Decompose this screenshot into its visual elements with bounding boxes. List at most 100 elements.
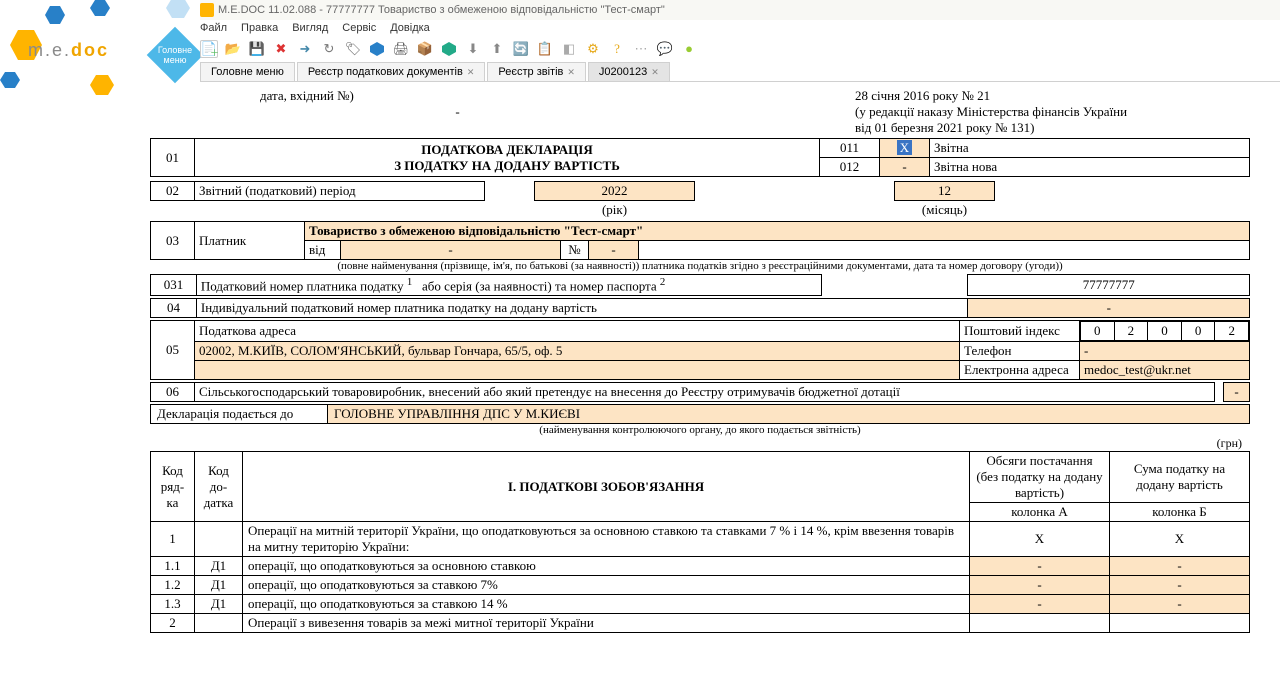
email-val[interactable]: medoc_test@ukr.net [1080,361,1250,380]
menu-service[interactable]: Сервіс [342,22,376,34]
code-03: 03 [151,222,195,260]
address[interactable]: 02002, М.КИЇВ, СОЛОМ'ЯНСЬКИЙ, бульвар Го… [195,342,960,361]
mlabel: (місяць) [895,201,995,220]
row-03: 03 Платник Товариство з обмеженою відпов… [150,221,1250,260]
tab-reports[interactable]: Реєстр звітів✕ [487,62,586,81]
tb-new-icon[interactable]: 📄＋ [200,40,218,58]
decl-to-row: Декларація подається до ГОЛОВНЕ УПРАВЛІН… [150,404,1250,424]
email-label: Електронна адреса [960,361,1080,380]
tb-save-icon[interactable]: 💾 [248,40,266,58]
tb-arrow1-icon[interactable]: ⬇ [464,40,482,58]
address2[interactable] [195,361,960,380]
tb-help-icon[interactable]: ? [608,40,626,58]
ob-kd: Код до-датка [195,452,243,522]
code-06: 06 [151,383,195,402]
ipn-val[interactable]: - [968,299,1250,318]
tb-delete-icon[interactable]: ✖ [272,40,290,58]
table-row: 2 Операції з вивезення товарів за межі м… [151,614,1250,633]
r06-label: Сільськогосподарський товаровиробник, вн… [195,383,1215,402]
x011[interactable]: X [880,139,930,158]
close-icon[interactable]: ✕ [651,67,659,78]
post-label: Поштовий індекс [960,321,1080,342]
declto-val[interactable]: ГОЛОВНЕ УПРАВЛІННЯ ДПС У М.КИЄВІ [328,404,1250,424]
menu-help[interactable]: Довідка [390,22,430,34]
row-06: 06 Сільськогосподарський товаровиробник,… [150,382,1250,402]
tel-val[interactable]: - [1080,342,1250,361]
tab-main[interactable]: Головне меню [200,62,295,81]
payer-name[interactable]: Товариство з обмеженою відповідальністю … [305,222,1250,241]
tb-dot-icon[interactable]: ● [680,40,698,58]
month-input[interactable]: 12 [895,182,995,201]
tb-refresh-icon[interactable]: ↻ [320,40,338,58]
tb-hex2-icon[interactable] [440,40,458,58]
table-row: 1 Операції на митній території України, … [151,522,1250,557]
ob-bh: Сума податку на додану вартість [1110,452,1250,503]
tab-j0200123[interactable]: J0200123✕ [588,62,670,81]
year-input[interactable]: 2022 [535,182,695,201]
vid-date[interactable]: - [341,241,561,260]
close-icon[interactable]: ✕ [567,67,575,78]
top-date1: 28 січня 2016 року № 21 [855,88,1250,104]
tb-next-icon[interactable]: ➜ [296,40,314,58]
app-title: M.E.DOC 11.02.088 - 77777777 Товариство … [218,4,665,16]
r031-label: Податковий номер платника податку 1 або … [196,275,822,296]
row-05: 05 Податкова адреса Поштовий індекс 0200… [150,320,1250,380]
tb-copy-icon[interactable]: 📋 [536,40,554,58]
tel-label: Телефон [960,342,1080,361]
tb-chat-icon[interactable]: 💬 [656,40,674,58]
r02-label: Звітний (податковий) період [195,182,485,201]
tb-box-icon[interactable]: 📦 [416,40,434,58]
tb-hex1-icon[interactable] [368,40,386,58]
declto-note: (найменування контролюючого органу, до я… [150,424,1250,436]
app-icon [200,3,214,17]
obligations-table: Код ряд-ка Код до-датка І. ПОДАТКОВІ ЗОБ… [150,451,1250,633]
row-02: 02 Звітний (податковий) період 2022 12 (… [150,181,1250,219]
header-table: 01 ПОДАТКОВА ДЕКЛАРАЦІЯ З ПОДАТКУ НА ДОД… [150,138,1250,177]
l012: Звітна нова [930,158,1250,177]
post-index[interactable]: 02002 [1080,321,1249,341]
l011: Звітна [930,139,1250,158]
code-05: 05 [151,321,195,380]
r04-label: Індивідуальний податковий номер платника… [196,299,968,318]
tb-print-icon[interactable]: 🖨 [392,40,410,58]
menu-view[interactable]: Вигляд [292,22,328,34]
tab-tax-registry[interactable]: Реєстр податкових документів✕ [297,62,486,81]
tb-gear-icon[interactable]: ⚙ [584,40,602,58]
top-date-in: дата, вхідний №) [260,88,655,104]
table-row: 1.3Д1 операції, що оподатковуються за ст… [151,595,1250,614]
row-04: 04 Індивідуальний податковий номер платн… [150,298,1250,318]
menu-edit[interactable]: Правка [241,22,278,34]
x012[interactable]: - [880,158,930,177]
code-04: 04 [151,299,197,318]
ob-kr: Код ряд-ка [151,452,195,522]
ob-kb: колонка Б [1110,503,1250,522]
r05-label: Податкова адреса [195,321,960,342]
taxnum[interactable]: 77777777 [968,275,1250,296]
ob-ah: Обсяги постачання (без податку на додану… [970,452,1110,503]
title2: З ПОДАТКУ НА ДОДАНУ ВАРТІСТЬ [199,158,815,174]
tb-info-icon[interactable]: ⋯ [632,40,650,58]
vid: від [305,241,341,260]
document-area: дата, вхідний №) - 28 січня 2016 року № … [0,82,1280,633]
tb-sync-icon[interactable]: 🔄 [512,40,530,58]
c011: 011 [820,139,880,158]
table-row: 1.2Д1 операції, що оподатковуються за ст… [151,576,1250,595]
tb-arrow2-icon[interactable]: ⬆ [488,40,506,58]
ob-ka: колонка А [970,503,1110,522]
code-01: 01 [151,139,195,177]
r06-val[interactable]: - [1224,383,1250,402]
no: № [561,241,589,260]
tb-open-icon[interactable]: 📂 [224,40,242,58]
ob-title: І. ПОДАТКОВІ ЗОБОВ'ЯЗАННЯ [243,452,970,522]
platnyk-label: Платник [195,222,305,260]
tb-stamp-icon[interactable]: 🏷 [344,40,362,58]
close-icon[interactable]: ✕ [467,67,475,78]
top-red1: (у редакції наказу Міністерства фінансів… [855,104,1250,120]
tb-cube-icon[interactable]: ◧ [560,40,578,58]
top-red2: від 01 березня 2021 року № 131) [855,120,1250,136]
r03-note: (повне найменування (прізвище, ім'я, по … [150,260,1250,272]
menu-file[interactable]: Файл [200,22,227,34]
table-row: 1.1Д1 операції, що оподатковуються за ос… [151,557,1250,576]
no-val[interactable]: - [589,241,639,260]
grn-label: (грн) [150,436,1250,451]
